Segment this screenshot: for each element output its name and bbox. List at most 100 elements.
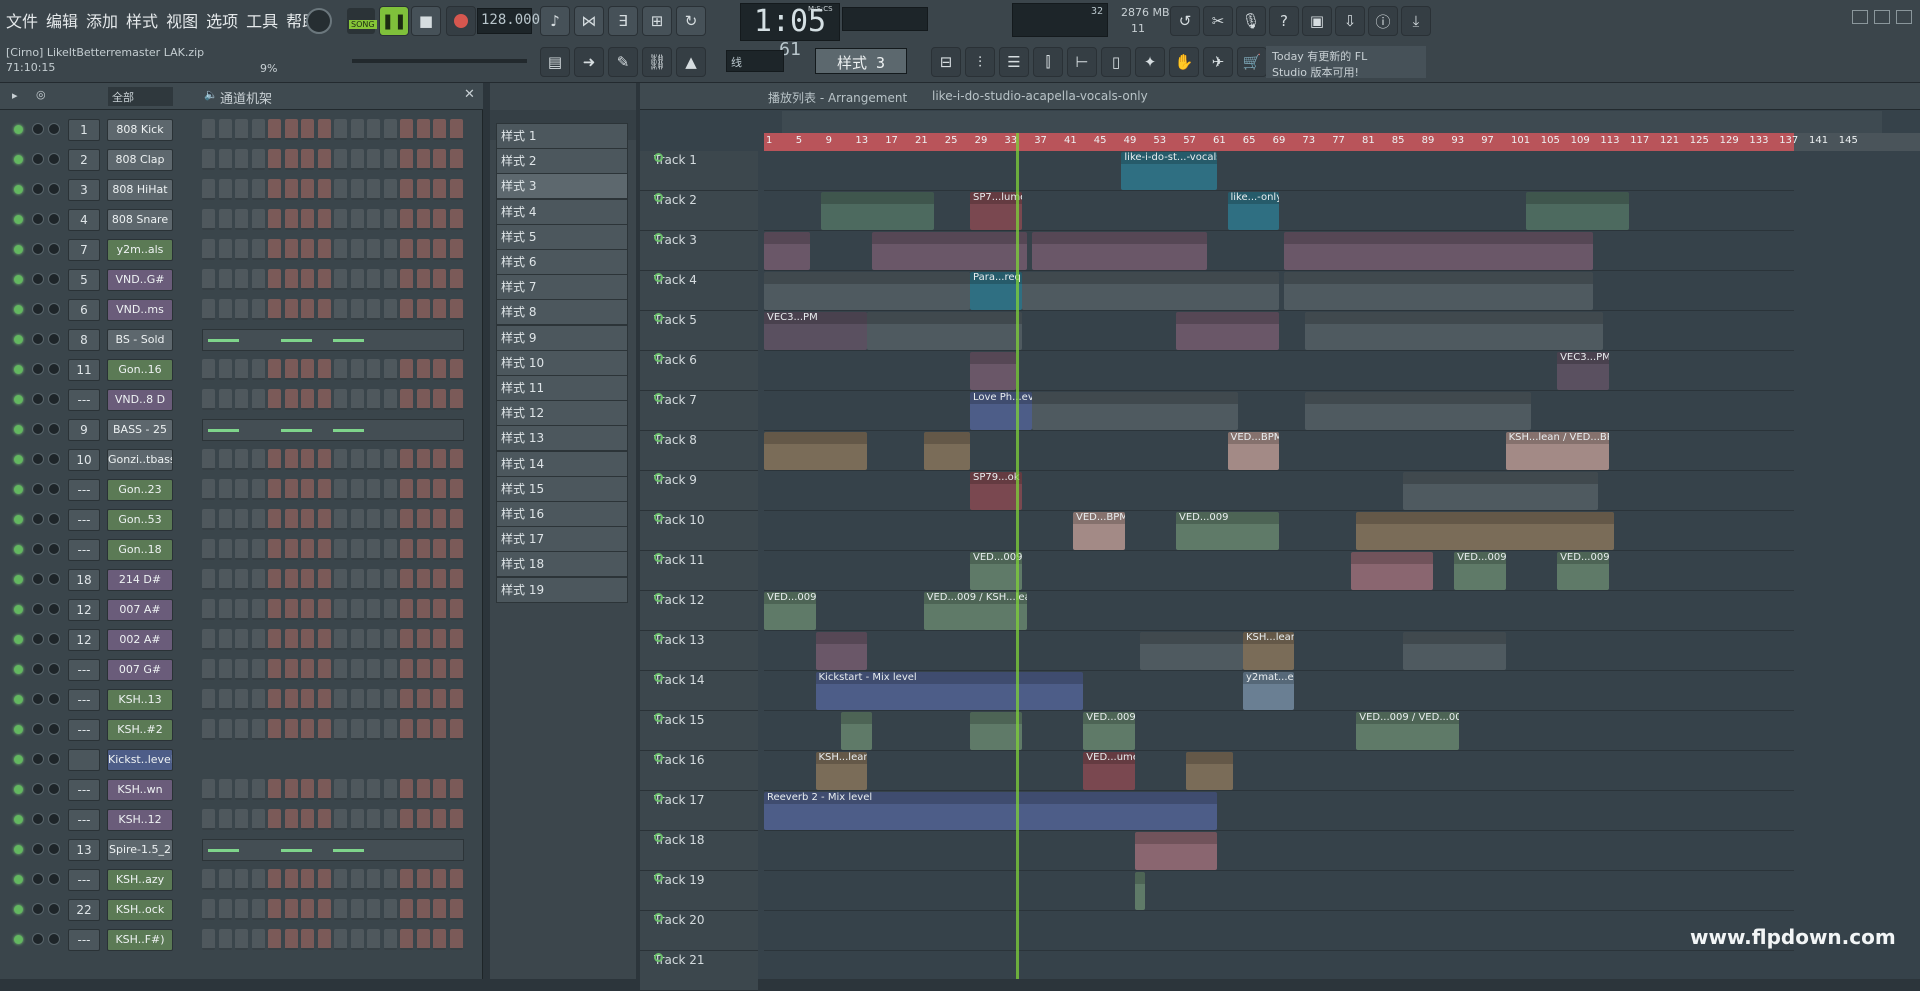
step-button[interactable] — [433, 239, 446, 260]
channel-mixer-track[interactable]: 10 — [68, 449, 100, 471]
playlist-icon[interactable]: ▤ — [540, 47, 570, 77]
step-button[interactable] — [235, 539, 248, 560]
touch-icon[interactable]: ✋ — [1169, 47, 1199, 77]
play-button[interactable]: ❚❚ — [379, 6, 409, 36]
track-mute-led[interactable] — [654, 633, 663, 642]
step-button[interactable] — [449, 539, 463, 560]
step-button[interactable] — [400, 869, 413, 890]
channel-volume-knob[interactable] — [48, 663, 60, 675]
step-sequencer[interactable] — [202, 209, 464, 231]
channel-volume-knob[interactable] — [48, 753, 60, 765]
step-button[interactable] — [301, 509, 314, 530]
step-button[interactable] — [235, 299, 248, 320]
step-button[interactable] — [383, 389, 397, 410]
menu-view[interactable]: 视图 — [164, 8, 200, 32]
channel-volume-knob[interactable] — [48, 483, 60, 495]
step-button[interactable] — [334, 689, 347, 710]
step-button[interactable] — [202, 539, 215, 560]
channel-name-button[interactable]: Gon..53 — [107, 509, 173, 531]
step-button[interactable] — [317, 719, 331, 740]
channel-pan-knob[interactable] — [32, 813, 44, 825]
channel-volume-knob[interactable] — [48, 273, 60, 285]
step-button[interactable] — [284, 599, 298, 620]
channel-mixer-track[interactable]: --- — [68, 869, 100, 891]
export-icon[interactable]: ⇩ — [1335, 6, 1365, 36]
step-button[interactable] — [218, 719, 232, 740]
step-button[interactable] — [301, 599, 314, 620]
step-button[interactable] — [268, 869, 281, 890]
channel-name-button[interactable]: VND..8 D — [107, 389, 173, 411]
clip[interactable] — [1284, 272, 1594, 310]
step-button[interactable] — [383, 599, 397, 620]
link-icon[interactable]: ⛓ — [642, 47, 672, 77]
step-button[interactable] — [334, 449, 347, 470]
step-button[interactable] — [202, 719, 215, 740]
step-button[interactable] — [334, 149, 347, 170]
step-sequencer[interactable] — [202, 119, 464, 141]
step-button[interactable] — [350, 899, 364, 920]
channel-active-led[interactable] — [14, 845, 23, 854]
channel-row[interactable]: --- KSH..F#) — [6, 925, 476, 955]
clip[interactable] — [1304, 392, 1532, 430]
channel-pan-knob[interactable] — [32, 723, 44, 735]
step-sequencer[interactable] — [202, 809, 464, 831]
channel-volume-knob[interactable] — [48, 573, 60, 585]
channel-volume-knob[interactable] — [48, 933, 60, 945]
file-icon[interactable]: ▯ — [1101, 47, 1131, 77]
step-button[interactable] — [449, 899, 463, 920]
step-button[interactable] — [400, 809, 413, 830]
step-button[interactable] — [218, 539, 232, 560]
step-button[interactable] — [268, 389, 281, 410]
channel-name-button[interactable]: KSH..wn — [107, 779, 173, 801]
step-button[interactable] — [433, 269, 446, 290]
channel-pan-knob[interactable] — [32, 363, 44, 375]
step-button[interactable] — [367, 449, 380, 470]
channel-pan-knob[interactable] — [32, 843, 44, 855]
clip[interactable]: VED...009 — [764, 592, 816, 630]
channel-name-button[interactable]: Gon..16 — [107, 359, 173, 381]
channel-volume-knob[interactable] — [48, 123, 60, 135]
step-button[interactable] — [317, 809, 331, 830]
step-button[interactable] — [383, 869, 397, 890]
track-mute-led[interactable] — [654, 353, 663, 362]
track-mute-led[interactable] — [654, 313, 663, 322]
step-button[interactable] — [202, 629, 215, 650]
step-button[interactable] — [284, 389, 298, 410]
step-button[interactable] — [416, 119, 430, 140]
step-button[interactable] — [301, 629, 314, 650]
track-lane[interactable]: Love Ph...evel — [764, 391, 1794, 431]
step-button[interactable] — [416, 239, 430, 260]
mini-piano-roll[interactable] — [202, 419, 464, 441]
channel-active-led[interactable] — [14, 605, 23, 614]
channel-pan-knob[interactable] — [32, 303, 44, 315]
clip[interactable] — [872, 232, 1027, 270]
pattern-item[interactable]: 样式 17 — [496, 526, 628, 553]
step-button[interactable] — [218, 359, 232, 380]
channel-row[interactable]: --- Gon..18 — [6, 535, 476, 565]
channel-pan-knob[interactable] — [32, 153, 44, 165]
step-button[interactable] — [433, 149, 446, 170]
step-button[interactable] — [433, 449, 446, 470]
channel-active-led[interactable] — [14, 935, 23, 944]
track-header[interactable]: Track 5 — [640, 311, 758, 351]
clip[interactable]: Para...req — [970, 272, 1022, 310]
channel-name-button[interactable]: 808 Kick — [107, 119, 173, 141]
step-button[interactable] — [367, 539, 380, 560]
step-button[interactable] — [251, 719, 265, 740]
step-button[interactable] — [367, 689, 380, 710]
step-button[interactable] — [400, 149, 413, 170]
channel-name-button[interactable]: Gon..23 — [107, 479, 173, 501]
pattern-selector[interactable]: 样式 3 — [815, 48, 907, 74]
step-button[interactable] — [449, 629, 463, 650]
step-button[interactable] — [400, 299, 413, 320]
step-button[interactable] — [350, 149, 364, 170]
channel-name-button[interactable]: KSH..ock — [107, 899, 173, 921]
channel-active-led[interactable] — [14, 395, 23, 404]
track-mute-led[interactable] — [654, 513, 663, 522]
channel-mixer-track[interactable]: --- — [68, 689, 100, 711]
step-button[interactable] — [235, 209, 248, 230]
pitch-slider[interactable] — [352, 59, 527, 63]
metronome-icon[interactable]: ♪ — [540, 6, 570, 36]
clip[interactable] — [970, 712, 1022, 750]
menu-options[interactable]: 选项 — [204, 8, 240, 32]
